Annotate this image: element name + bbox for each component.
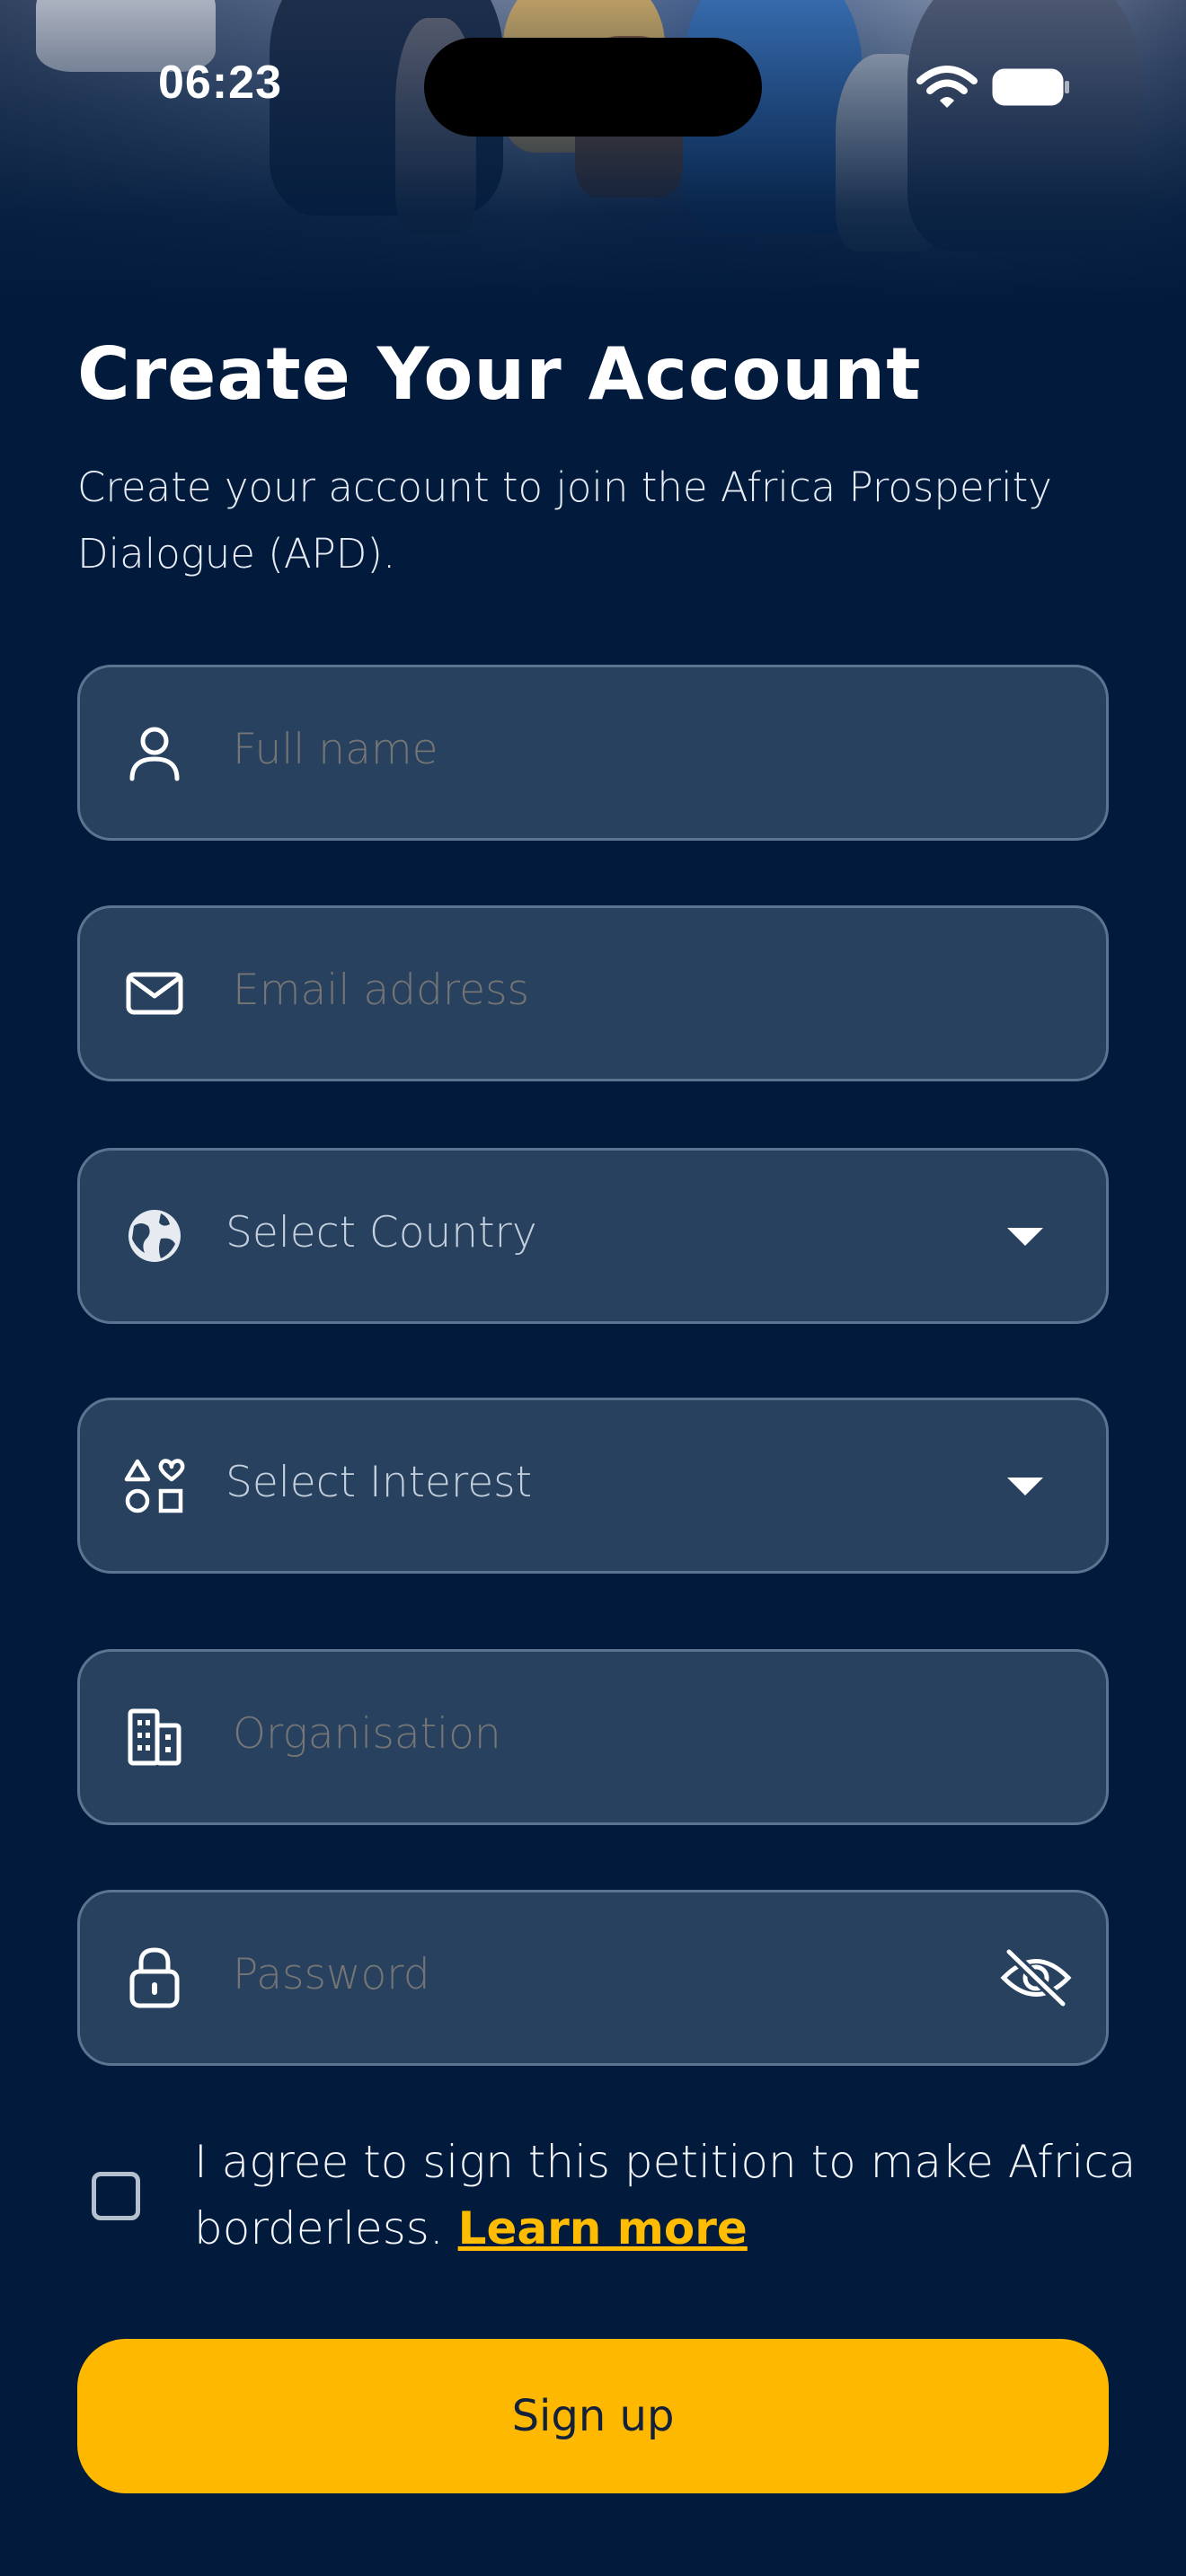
country-select[interactable]: Select Country [77, 1148, 1109, 1324]
status-time: 06:23 [158, 57, 282, 109]
building-icon [128, 1708, 181, 1766]
chevron-down-icon [1007, 1228, 1043, 1246]
country-select-value: Select Country [226, 1208, 537, 1257]
mail-icon [126, 972, 183, 1015]
learn-more-link[interactable]: Learn more [458, 2202, 748, 2254]
email-field[interactable] [77, 905, 1109, 1081]
shapes-icon [124, 1459, 185, 1513]
chevron-down-icon [1007, 1478, 1043, 1495]
full-name-input[interactable] [233, 725, 1023, 774]
interest-select[interactable]: Select Interest [77, 1398, 1109, 1574]
signup-button[interactable]: Sign up [77, 2339, 1109, 2493]
lock-icon [129, 1947, 180, 2008]
password-input[interactable] [233, 1950, 1023, 1999]
email-input[interactable] [233, 966, 1023, 1015]
full-name-field[interactable] [77, 665, 1109, 841]
organisation-field[interactable] [77, 1649, 1109, 1825]
page-title: Create Your Account [77, 332, 922, 416]
page-subtitle: Create your account to join the Africa P… [77, 463, 1052, 578]
eye-off-icon[interactable] [998, 1945, 1074, 2011]
globe-icon [128, 1210, 181, 1262]
agree-checkbox[interactable] [92, 2172, 140, 2220]
user-icon [129, 727, 180, 781]
battery-icon [992, 68, 1069, 106]
agree-text: I agree to sign this petition to make Af… [194, 2129, 1146, 2262]
interest-select-value: Select Interest [226, 1458, 533, 1507]
organisation-input[interactable] [233, 1709, 1023, 1759]
dynamic-island [424, 38, 762, 137]
password-field[interactable] [77, 1890, 1109, 2066]
wifi-icon [916, 66, 978, 108]
